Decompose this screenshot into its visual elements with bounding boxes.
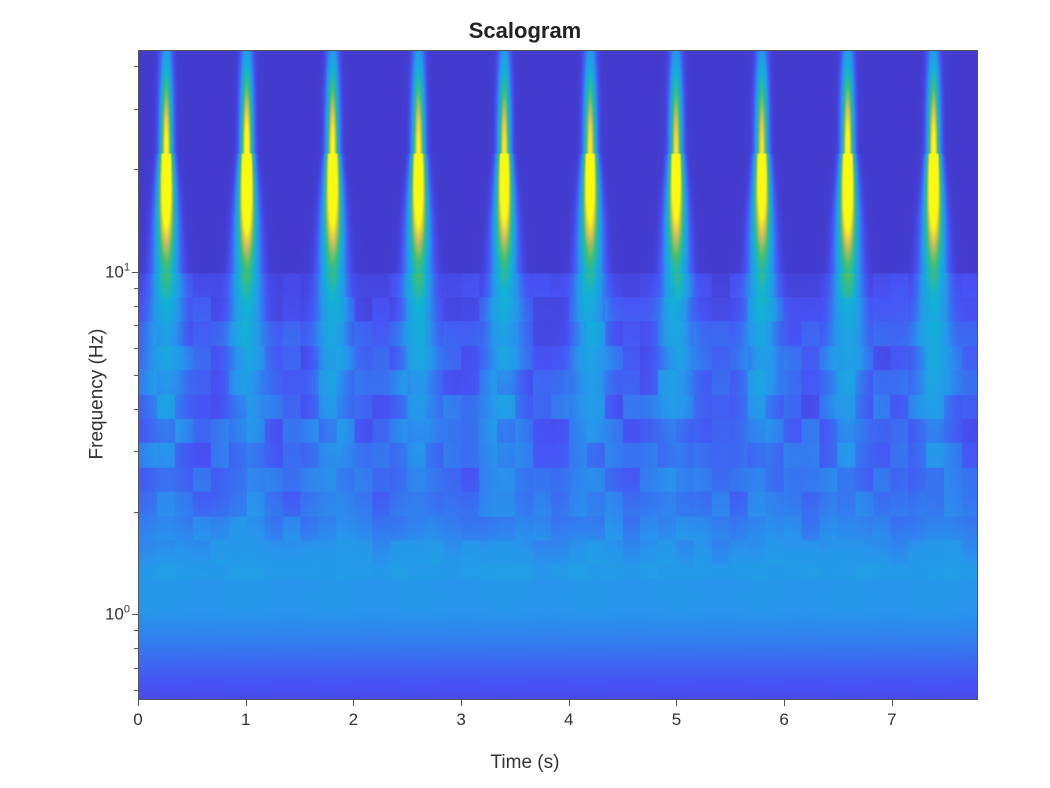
x-tick-mark	[784, 700, 785, 706]
x-tick-mark	[138, 700, 139, 706]
x-tick-label: 5	[672, 710, 681, 730]
y-tick-label: 101	[94, 262, 130, 283]
x-tick-mark	[461, 700, 462, 706]
figure: Scalogram Frequency (Hz) Time (s) 0 1 2 3 4 5…	[0, 0, 1050, 788]
x-tick-mark	[676, 700, 677, 706]
y-minor-tick-mark	[134, 306, 138, 307]
x-tick-label: 1	[241, 710, 250, 730]
x-tick-label: 2	[349, 710, 358, 730]
y-minor-tick-mark	[134, 451, 138, 452]
y-minor-tick-mark	[134, 66, 138, 67]
chart-title: Scalogram	[0, 18, 1050, 44]
x-tick-mark	[353, 700, 354, 706]
x-tick-label: 0	[133, 710, 142, 730]
y-minor-tick-mark	[134, 375, 138, 376]
y-minor-tick-mark	[134, 690, 138, 691]
y-tick-label: 100	[94, 604, 130, 625]
x-tick-mark	[892, 700, 893, 706]
y-axis-label: Frequency (Hz)	[86, 329, 108, 460]
y-minor-tick-mark	[134, 109, 138, 110]
y-minor-tick-mark	[134, 648, 138, 649]
y-tick-mark	[132, 614, 138, 615]
y-minor-tick-mark	[134, 409, 138, 410]
x-tick-label: 6	[779, 710, 788, 730]
y-minor-tick-mark	[134, 348, 138, 349]
x-tick-mark	[569, 700, 570, 706]
x-tick-label: 3	[456, 710, 465, 730]
x-tick-mark	[246, 700, 247, 706]
y-minor-tick-mark	[134, 288, 138, 289]
x-axis-label: Time (s)	[0, 752, 1050, 774]
x-tick-label: 7	[887, 710, 896, 730]
y-minor-tick-mark	[134, 630, 138, 631]
y-tick-mark	[132, 272, 138, 273]
y-minor-tick-mark	[134, 169, 138, 170]
plot-area	[138, 50, 978, 700]
y-minor-tick-mark	[134, 668, 138, 669]
y-minor-tick-mark	[134, 512, 138, 513]
scalogram-heatmap	[139, 51, 977, 699]
x-tick-label: 4	[564, 710, 573, 730]
y-minor-tick-mark	[134, 325, 138, 326]
